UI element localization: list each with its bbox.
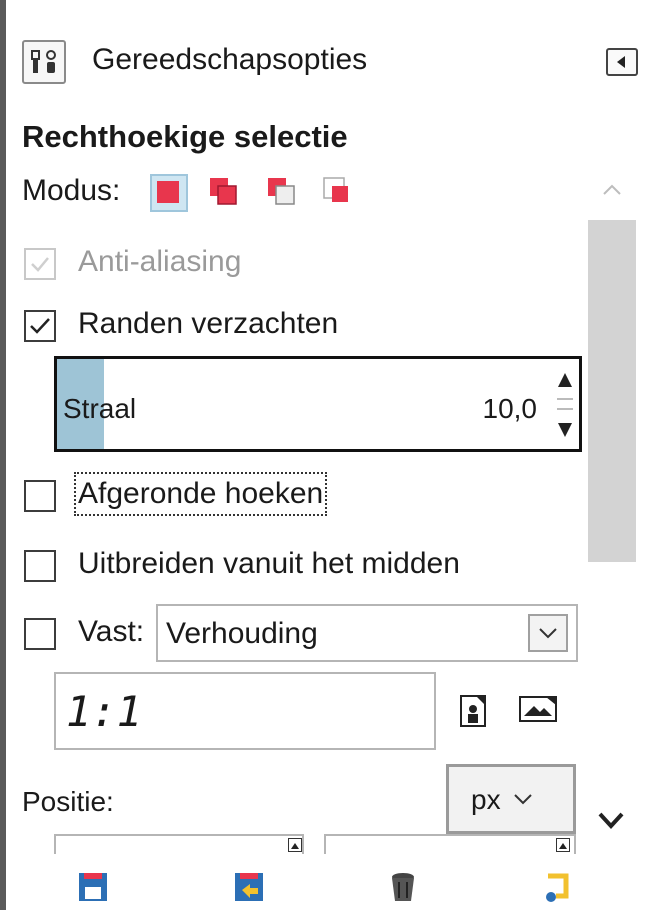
feather-label: Randen verzachten <box>78 307 339 340</box>
position-x-stepper[interactable] <box>288 838 302 852</box>
panel-menu-icon[interactable] <box>606 48 638 76</box>
replace-mode-button[interactable] <box>150 174 188 212</box>
panel-edge <box>0 0 6 910</box>
tool-title: Rechthoekige selectie <box>22 119 348 154</box>
landscape-icon[interactable] <box>518 694 558 724</box>
antialias-checkbox[interactable] <box>24 248 56 280</box>
chevron-down-icon[interactable] <box>528 614 568 652</box>
radius-stepper[interactable] <box>553 369 577 441</box>
rounded-corners-checkbox[interactable] <box>24 480 56 512</box>
add-mode-button[interactable] <box>206 174 240 208</box>
ratio-input[interactable]: 1:1 <box>54 672 436 750</box>
subtract-mode-button[interactable] <box>264 174 298 208</box>
position-y-input[interactable] <box>324 834 576 854</box>
position-unit-select[interactable]: px <box>446 764 576 834</box>
delete-preset-icon[interactable] <box>386 870 420 904</box>
scroll-up-icon[interactable] <box>598 178 626 202</box>
radius-label: Straal <box>63 393 137 424</box>
portrait-icon[interactable] <box>458 694 488 728</box>
rounded-corners-label: Afgeronde hoeken <box>73 472 328 516</box>
scrollbar-thumb[interactable] <box>588 220 636 562</box>
fixed-mode-select[interactable]: Verhouding <box>156 604 578 662</box>
fixed-label: Vast: <box>78 615 145 648</box>
reset-icon[interactable] <box>540 870 574 904</box>
expand-center-label: Uitbreiden vanuit het midden <box>78 547 460 580</box>
feather-checkbox[interactable] <box>24 310 56 342</box>
tool-options-icon <box>22 40 66 84</box>
expand-center-checkbox[interactable] <box>24 550 56 582</box>
fixed-checkbox[interactable] <box>24 618 56 650</box>
scroll-down-icon[interactable] <box>594 806 628 836</box>
intersect-mode-button[interactable] <box>320 174 354 208</box>
position-label: Positie: <box>22 786 114 817</box>
position-x-input[interactable] <box>54 834 304 854</box>
panel-title: Gereedschapsopties <box>92 43 368 76</box>
ratio-value: 1:1 <box>66 687 142 736</box>
mode-label: Modus: <box>22 174 121 207</box>
position-y-stepper[interactable] <box>556 838 570 852</box>
chevron-down-icon <box>511 789 535 809</box>
position-unit-value: px <box>471 784 501 815</box>
radius-spinscale[interactable]: Straal 10,0 <box>54 356 582 452</box>
fixed-mode-value: Verhouding <box>166 617 318 650</box>
radius-value: 10,0 <box>482 393 538 424</box>
restore-preset-icon[interactable] <box>232 870 266 904</box>
antialias-label: Anti-aliasing <box>78 245 242 278</box>
save-preset-icon[interactable] <box>76 870 110 904</box>
